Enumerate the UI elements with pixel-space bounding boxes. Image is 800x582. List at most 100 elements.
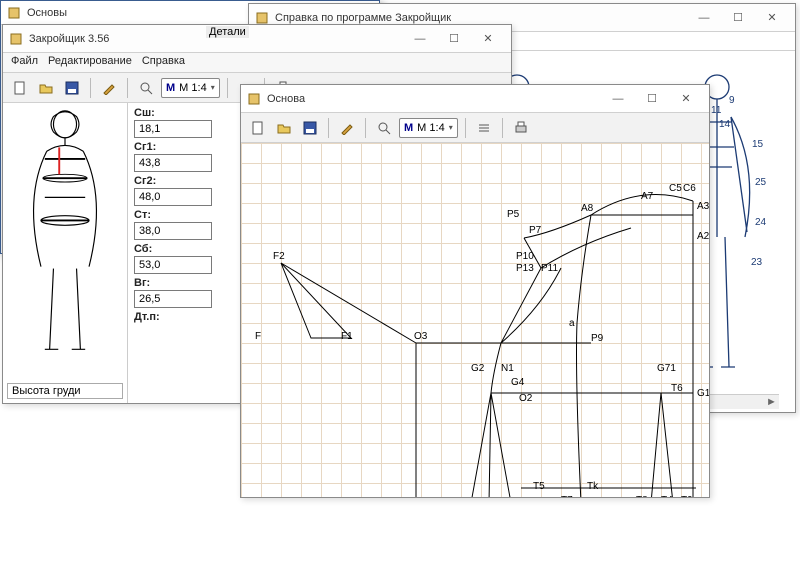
point-label: Tk xyxy=(587,481,598,492)
measure-label: Сб: xyxy=(134,243,216,255)
toolbar-separator xyxy=(127,78,128,98)
point-label: T6 xyxy=(671,383,683,394)
point-label: F xyxy=(255,331,261,342)
measure-input[interactable] xyxy=(134,120,212,138)
scale-m-icon: M xyxy=(166,82,175,94)
minimize-button[interactable]: — xyxy=(687,7,721,29)
menu-file[interactable]: Файл xyxy=(11,55,38,70)
point-label: T8 xyxy=(636,495,648,497)
close-button[interactable]: ✕ xyxy=(471,28,505,50)
pattern-title: Основа xyxy=(267,93,601,105)
point-label: G2 xyxy=(471,363,484,374)
menu-edit[interactable]: Редактирование xyxy=(48,55,132,70)
measure-label: Сг1: xyxy=(134,141,216,153)
measurements-panel: Сш: Сг1: Сг2: Ст: Сб: Вг: Дт.п: xyxy=(128,103,222,403)
help-label: 9 xyxy=(729,95,735,106)
pattern-window: Основа — ☐ ✕ M M 1:4 ▾ xyxy=(240,84,710,498)
measure-input[interactable] xyxy=(134,188,212,206)
print-icon[interactable] xyxy=(510,117,532,139)
measure-label: Сг2: xyxy=(134,175,216,187)
point-label: C6 xyxy=(683,183,696,194)
chevron-down-icon: ▾ xyxy=(211,83,215,92)
measure-row: Вг: xyxy=(134,277,216,308)
toolbar-separator xyxy=(465,118,466,138)
open-icon[interactable] xyxy=(35,77,57,99)
chevron-down-icon: ▾ xyxy=(449,123,453,132)
scale-value: M 1:4 xyxy=(417,122,445,134)
point-label: P7 xyxy=(529,225,541,236)
measure-input[interactable] xyxy=(134,222,212,240)
help-label: 14 xyxy=(719,119,730,130)
minimize-button[interactable]: — xyxy=(403,28,437,50)
figure-caption: Высота груди xyxy=(7,383,123,399)
body-figure xyxy=(10,107,120,357)
measure-label: Сш: xyxy=(134,107,216,119)
measure-input[interactable] xyxy=(134,154,212,172)
point-label: T4 xyxy=(661,495,673,497)
point-label: T5 xyxy=(533,481,545,492)
pattern-drawing xyxy=(241,143,709,497)
help-label: 25 xyxy=(755,177,766,188)
new-icon[interactable] xyxy=(247,117,269,139)
zoom-fit-icon[interactable] xyxy=(135,77,157,99)
measure-input[interactable] xyxy=(134,256,212,274)
pattern-titlebar[interactable]: Основа — ☐ ✕ xyxy=(241,85,709,113)
brush-icon[interactable] xyxy=(336,117,358,139)
scroll-right-icon[interactable]: ► xyxy=(764,396,779,408)
point-label: A2 xyxy=(697,231,709,242)
point-label: P13 xyxy=(516,263,534,274)
point-label: F2 xyxy=(273,251,285,262)
details-title: Детали xyxy=(206,26,249,38)
close-button[interactable]: ✕ xyxy=(755,7,789,29)
toolbar-separator xyxy=(227,78,228,98)
new-icon[interactable] xyxy=(9,77,31,99)
point-label: O2 xyxy=(519,393,532,404)
pattern-canvas[interactable]: A7 A8 A3 C5 C6 P5 P7 P10 P13 P11 A2 F2 F… xyxy=(241,143,709,497)
app-icon xyxy=(255,11,269,25)
measure-row: Ст: xyxy=(134,209,216,240)
toolbar-separator xyxy=(328,118,329,138)
main-menubar: Файл Редактирование Справка xyxy=(3,53,511,73)
point-label: A3 xyxy=(697,201,709,212)
app-icon xyxy=(247,92,261,106)
brush-icon[interactable] xyxy=(98,77,120,99)
scale-m-icon: M xyxy=(404,122,413,134)
zoom-fit-icon[interactable] xyxy=(373,117,395,139)
maximize-button[interactable]: ☐ xyxy=(721,7,755,29)
pattern-toolbar: M M 1:4 ▾ xyxy=(241,113,709,143)
point-label: P11 xyxy=(541,263,558,274)
open-icon[interactable] xyxy=(273,117,295,139)
help-label: 24 xyxy=(755,217,766,228)
measure-row: Сш: xyxy=(134,107,216,138)
help-label: 23 xyxy=(751,257,762,268)
point-label: T7 xyxy=(561,495,573,497)
point-label: P5 xyxy=(507,209,519,220)
measure-label: Дт.п: xyxy=(134,311,216,323)
help-label: 11 xyxy=(711,105,721,116)
measure-label: Вг: xyxy=(134,277,216,289)
maximize-button[interactable]: ☐ xyxy=(437,28,471,50)
point-label: O3 xyxy=(414,331,427,342)
point-label: A7 xyxy=(641,191,653,202)
measure-row: Сг1: xyxy=(134,141,216,172)
main-titlebar[interactable]: Закройщик 3.56 — ☐ ✕ xyxy=(3,25,511,53)
measure-row: Сг2: xyxy=(134,175,216,206)
point-label: N1 xyxy=(501,363,514,374)
measure-input[interactable] xyxy=(134,290,212,308)
point-label: G71 xyxy=(657,363,676,374)
measure-label: Ст: xyxy=(134,209,216,221)
point-label: F1 xyxy=(341,331,353,342)
scale-selector[interactable]: M M 1:4 ▾ xyxy=(399,118,458,138)
close-button[interactable]: ✕ xyxy=(669,88,703,110)
toolbar-separator xyxy=(365,118,366,138)
scale-selector[interactable]: M M 1:4 ▾ xyxy=(161,78,220,98)
menu-help[interactable]: Справка xyxy=(142,55,185,70)
save-icon[interactable] xyxy=(299,117,321,139)
maximize-button[interactable]: ☐ xyxy=(635,88,669,110)
help-label: 15 xyxy=(752,139,763,150)
app-icon xyxy=(7,6,21,20)
minimize-button[interactable]: — xyxy=(601,88,635,110)
help-title: Справка по программе Закройщик xyxy=(275,12,687,24)
align-icon[interactable] xyxy=(473,117,495,139)
save-icon[interactable] xyxy=(61,77,83,99)
